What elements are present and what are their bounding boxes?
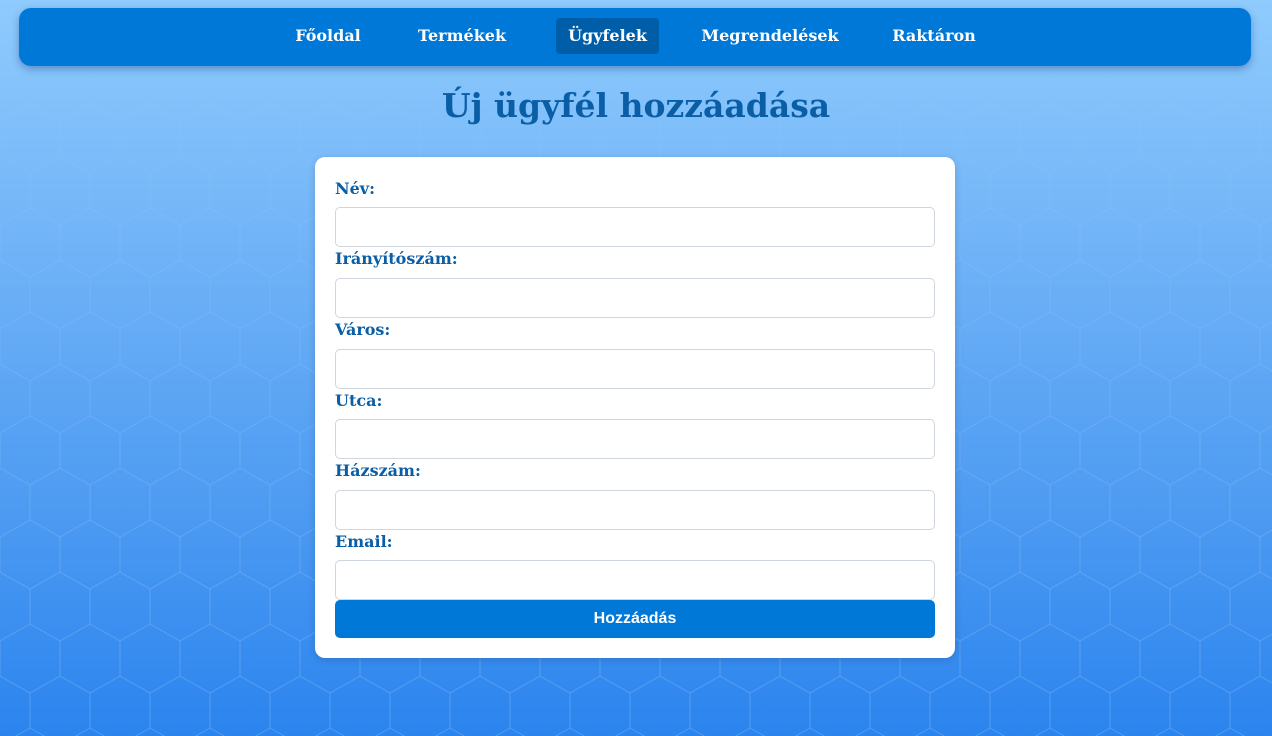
email-input[interactable] <box>335 560 935 600</box>
page-title: Új ügyfél hozzáadása <box>441 86 831 125</box>
nav-item-ugyfelek[interactable]: Ügyfelek <box>556 18 659 54</box>
nav-item-fooldal[interactable]: Főoldal <box>285 18 371 54</box>
city-label: Város: <box>335 320 391 339</box>
zip-label: Irányítószám: <box>335 249 458 268</box>
street-input[interactable] <box>335 419 935 459</box>
city-input[interactable] <box>335 349 935 389</box>
email-label: Email: <box>335 532 393 551</box>
house-number-input[interactable] <box>335 490 935 530</box>
house-number-label: Házszám: <box>335 461 421 480</box>
zip-input[interactable] <box>335 278 935 318</box>
top-navbar: Főoldal Termékek Ügyfelek Megrendelések … <box>19 8 1251 66</box>
nav-item-raktaron[interactable]: Raktáron <box>882 18 986 54</box>
add-customer-button[interactable]: Hozzáadás <box>335 600 935 638</box>
new-customer-form: Név: Irányítószám: Város: Utca: Házszám:… <box>315 157 955 658</box>
nav-item-megrendelesek[interactable]: Megrendelések <box>692 18 848 54</box>
name-label: Név: <box>335 179 376 198</box>
nav-item-termekek[interactable]: Termékek <box>407 18 517 54</box>
street-label: Utca: <box>335 391 383 410</box>
name-input[interactable] <box>335 207 935 247</box>
